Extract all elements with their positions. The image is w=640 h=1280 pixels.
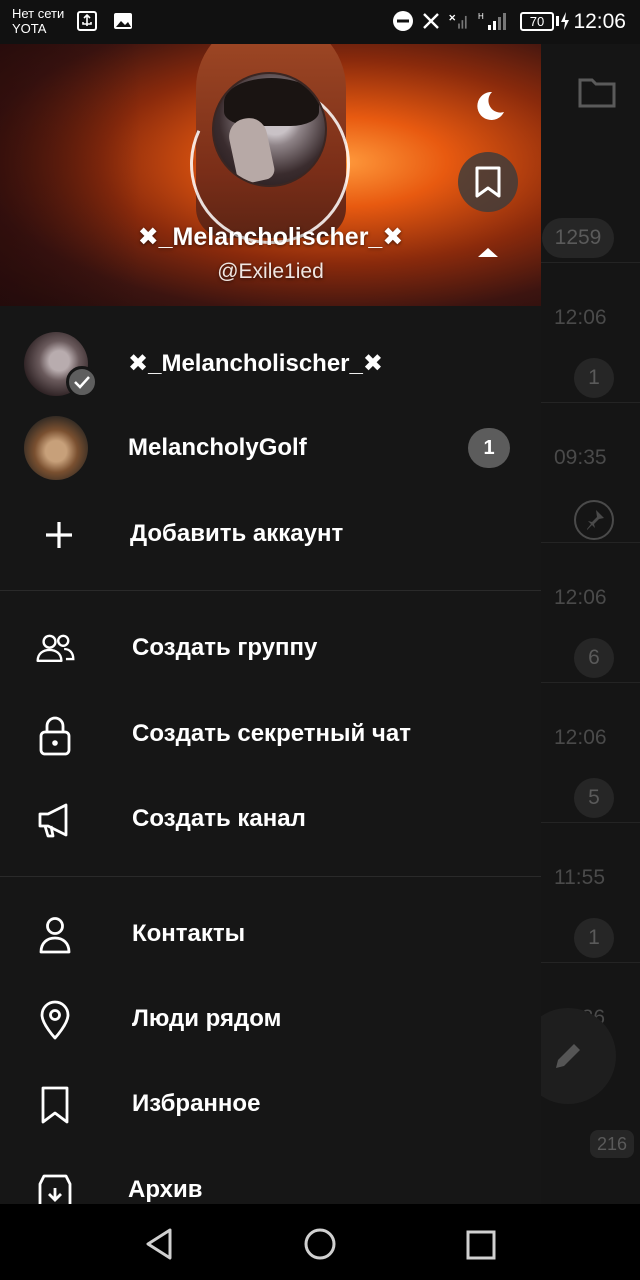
lock-icon: [39, 716, 71, 756]
menu-item-label: Архив: [128, 1176, 203, 1203]
account-row[interactable]: MelancholyGolf 1: [0, 406, 541, 490]
person-icon: [39, 917, 71, 954]
moon-icon[interactable]: [466, 84, 510, 128]
carrier-line-1: Нет сети: [12, 6, 65, 21]
avatar[interactable]: [212, 72, 327, 187]
system-navigation-bar: [0, 1204, 640, 1280]
avatar-hair: [224, 78, 319, 126]
unread-badge: 1259: [542, 218, 614, 258]
accounts-toggle-icon[interactable]: [478, 248, 498, 257]
menu-item-archive[interactable]: Архив: [0, 1148, 541, 1204]
signal-icon: [449, 14, 467, 29]
image-icon: [114, 13, 132, 29]
divider: [0, 876, 541, 877]
mute-icon: [423, 13, 439, 29]
unread-badge: 5: [574, 778, 614, 818]
unread-badge: 1: [574, 918, 614, 958]
chat-time: 11:55: [554, 866, 605, 889]
chat-time: 12:06: [554, 306, 607, 329]
menu-item-saved-messages[interactable]: Избранное: [0, 1062, 541, 1146]
bookmark-icon: [41, 1086, 69, 1124]
folder-icon[interactable]: [578, 76, 616, 108]
divider: [540, 542, 640, 543]
megaphone-icon: [38, 803, 68, 838]
unread-badge: 1: [468, 428, 510, 468]
avatar: [24, 416, 88, 480]
status-bar: Нет сети YOTA H 70 12:06: [0, 0, 640, 44]
menu-item-label: Создать группу: [132, 634, 318, 661]
menu-item-contacts[interactable]: Контакты: [0, 892, 541, 976]
account-row[interactable]: ✖_Melancholischer_✖: [0, 322, 541, 406]
divider: [540, 962, 640, 963]
dnd-icon: [393, 11, 413, 31]
divider: [540, 402, 640, 403]
pencil-icon: [556, 1044, 580, 1068]
location-icon: [40, 1000, 70, 1040]
svg-text:H: H: [478, 12, 484, 21]
chat-time: 12:06: [554, 726, 607, 749]
battery-indicator: 70: [520, 12, 554, 31]
pin-icon: [574, 500, 614, 540]
drawer-header: ✖_Melancholischer_✖ @Exile1ied: [0, 44, 541, 306]
unread-badge: 1: [574, 358, 614, 398]
carrier-line-2: YOTA: [12, 21, 47, 36]
add-account-button[interactable]: Добавить аккаунт: [0, 492, 541, 576]
menu-item-new-secret-chat[interactable]: Создать секретный чат: [0, 692, 541, 776]
check-icon: [66, 366, 98, 398]
menu-item-label: Контакты: [132, 920, 246, 947]
divider: [0, 590, 541, 591]
bookmark-icon: [475, 166, 501, 198]
back-icon[interactable]: [140, 1224, 180, 1264]
account-name: MelancholyGolf: [128, 434, 307, 461]
add-account-label: Добавить аккаунт: [130, 520, 344, 547]
saved-messages-button[interactable]: [458, 152, 518, 212]
menu-item-label: Избранное: [132, 1090, 261, 1117]
profile-name: ✖_Melancholischer_✖: [137, 223, 404, 251]
account-name: ✖_Melancholischer_✖: [128, 350, 383, 377]
menu-item-label: Создать секретный чат: [132, 720, 411, 747]
menu-item-new-group[interactable]: Создать группу: [0, 606, 541, 690]
signal-icon: H: [478, 12, 506, 30]
navigation-drawer: ✖_Melancholischer_✖ @Exile1ied ✖_Melanch…: [0, 44, 541, 1204]
divider: [540, 262, 640, 263]
charging-icon: [561, 12, 569, 30]
chat-time: 12:06: [554, 586, 607, 609]
chat-time: 09:35: [554, 446, 607, 469]
archive-count-badge: 216: [590, 1130, 634, 1158]
divider: [540, 682, 640, 683]
chat-list-background: 1259 12:06 1 09:35 12:06 6 12:06 5 11:55…: [540, 44, 640, 1204]
plus-icon: [46, 522, 72, 548]
menu-item-label: Люди рядом: [132, 1005, 282, 1032]
menu-item-new-channel[interactable]: Создать канал: [0, 777, 541, 861]
menu-item-people-nearby[interactable]: Люди рядом: [0, 977, 541, 1061]
usb-icon: [77, 11, 97, 31]
carrier-info: Нет сети YOTA: [12, 6, 64, 36]
clock: 12:06: [573, 10, 626, 33]
recents-icon[interactable]: [460, 1224, 500, 1264]
archive-icon: [38, 1174, 72, 1204]
unread-badge: 6: [574, 638, 614, 678]
profile-handle: @Exile1ied: [217, 260, 324, 283]
home-icon[interactable]: [300, 1224, 340, 1264]
group-icon: [36, 634, 75, 663]
divider: [540, 822, 640, 823]
menu-item-label: Создать канал: [132, 805, 306, 832]
